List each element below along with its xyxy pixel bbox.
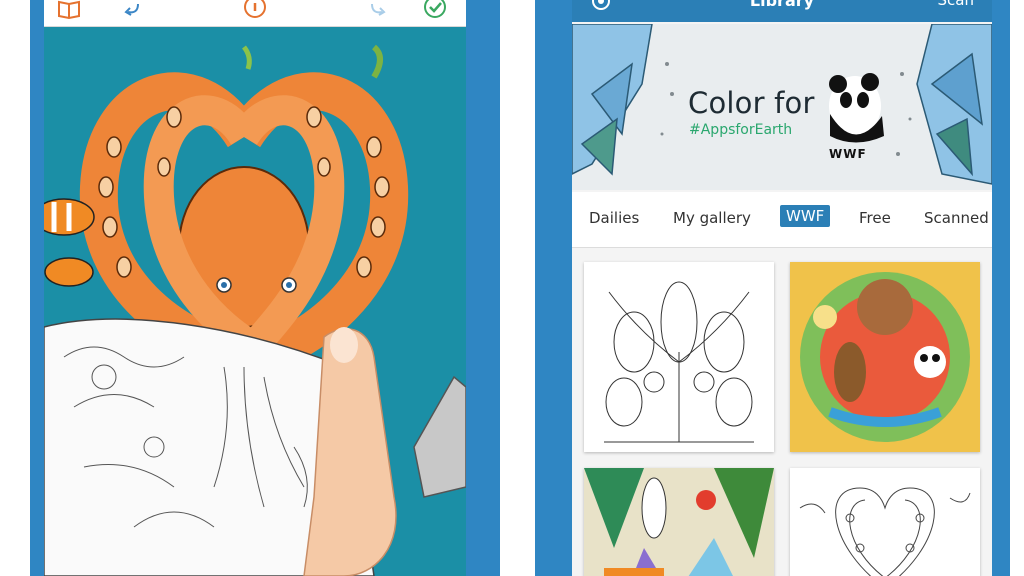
tab-free[interactable]: Free (859, 209, 891, 227)
coloring-screen (44, 0, 466, 576)
panda-logo (829, 73, 884, 143)
scan-button[interactable]: Scan (938, 0, 974, 9)
page-title: Library (749, 0, 815, 10)
artwork-grid (572, 248, 992, 576)
banner-title: Color for (688, 86, 815, 120)
tab-wwf[interactable]: WWF (780, 205, 831, 227)
tab-dailies[interactable]: Dailies (589, 209, 639, 227)
banner-hashtag: #AppsforEarth (689, 122, 793, 138)
artwork-card[interactable] (584, 262, 774, 452)
info-icon[interactable] (242, 0, 268, 20)
wwf-banner[interactable]: Color for #AppsforEarth WWF (572, 24, 992, 190)
done-icon[interactable] (422, 0, 448, 20)
library-screen: Library Scan Color for #AppsforEarth WWF… (572, 0, 992, 576)
artwork-card[interactable] (790, 262, 980, 452)
artwork-card[interactable] (584, 468, 774, 576)
tab-my-gallery[interactable]: My gallery (673, 209, 751, 227)
redo-icon[interactable] (364, 0, 390, 20)
book-icon[interactable] (56, 0, 82, 20)
wwf-logo-text: WWF (829, 147, 867, 161)
library-tabs: Dailies My gallery WWF Free Scanned (572, 192, 992, 248)
library-navbar: Library Scan (572, 0, 992, 22)
tab-scanned[interactable]: Scanned (924, 209, 989, 227)
background-gap (500, 0, 540, 576)
undo-icon[interactable] (120, 0, 146, 20)
artwork-card[interactable] (790, 468, 980, 576)
octopus-coloring-canvas[interactable] (44, 27, 466, 576)
coloring-toolbar (44, 0, 466, 27)
